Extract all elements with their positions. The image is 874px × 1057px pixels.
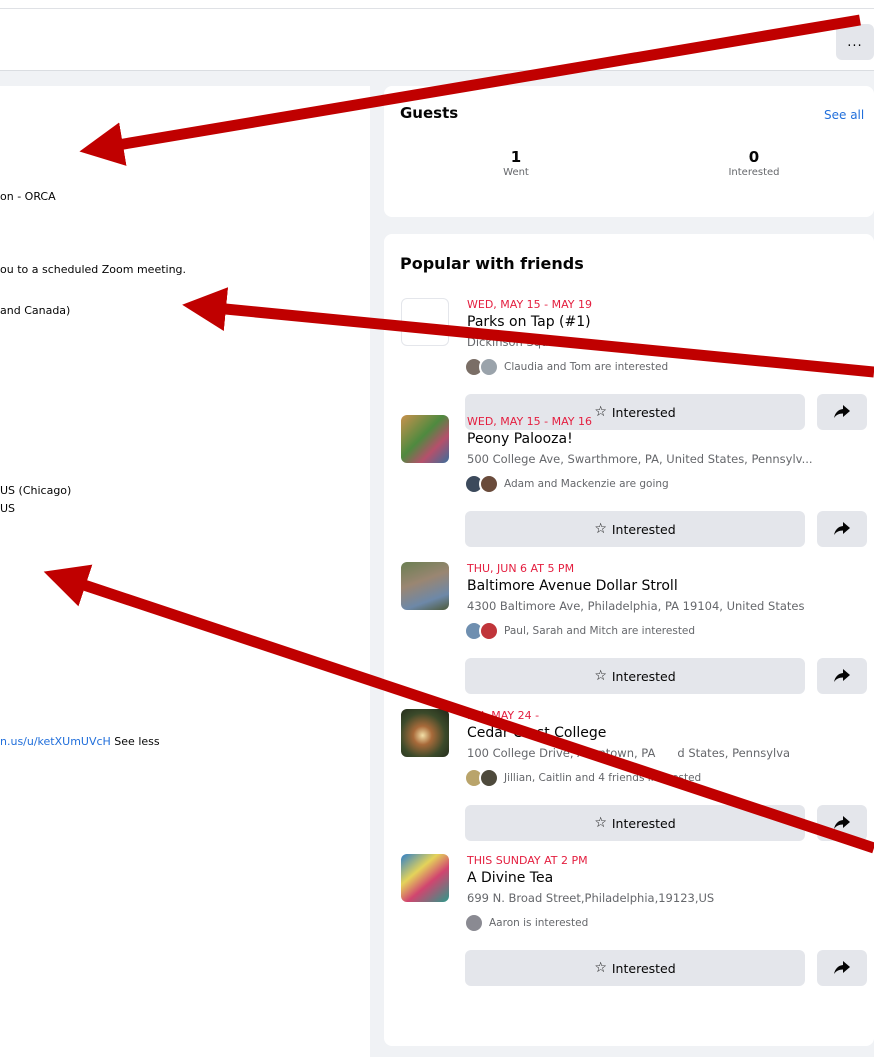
- friend-avatar: [479, 357, 499, 377]
- event-title[interactable]: Peony Palooza!: [467, 431, 573, 447]
- event-header-bar: ...: [0, 0, 874, 71]
- share-arrow-icon: [834, 961, 850, 974]
- event-location-part: 100 College Drive, Allentown, PA: [467, 746, 656, 760]
- friend-avatar: [479, 621, 499, 641]
- share-arrow-icon: [834, 816, 850, 829]
- friend-avatar: [464, 913, 484, 933]
- friend-avatar: [479, 768, 499, 788]
- share-arrow-icon: [834, 522, 850, 535]
- see-less-link[interactable]: See less: [111, 735, 159, 748]
- event-thumbnail[interactable]: [401, 562, 449, 610]
- star-icon: ☆: [594, 668, 607, 684]
- share-button[interactable]: [817, 511, 867, 547]
- details-text-line: and Canada): [0, 304, 71, 317]
- guests-card: Guests See all 1 Went 0 Interested: [384, 86, 874, 217]
- interested-button-label: Interested: [611, 815, 676, 831]
- event-location: 699 N. Broad Street,Philadelphia,19123,U…: [467, 891, 715, 905]
- interested-button[interactable]: ☆ Interested: [465, 658, 805, 694]
- details-link-line: n.us/u/ketXUmUVcH See less: [0, 735, 160, 748]
- details-text-line: US: [0, 502, 16, 515]
- guests-title: Guests: [400, 104, 459, 122]
- friends-text: Aaron is interested: [489, 917, 589, 929]
- event-title[interactable]: Cedar Crest College: [467, 725, 606, 741]
- friends-text: Jillian, Caitlin and 4 friends intereste…: [504, 772, 702, 784]
- details-text-line: ou to a scheduled Zoom meeting.: [0, 263, 187, 276]
- friends-text: Adam and Mackenzie are going: [504, 478, 669, 490]
- friend-avatar: [479, 474, 499, 494]
- went-stat[interactable]: 1 Went: [471, 148, 561, 178]
- share-button[interactable]: [817, 658, 867, 694]
- interested-button[interactable]: ☆ Interested: [465, 805, 805, 841]
- event-thumbnail[interactable]: [401, 415, 449, 463]
- more-options-button[interactable]: ...: [836, 24, 874, 60]
- friends-row: Aaron is interested: [464, 912, 588, 934]
- share-button[interactable]: [817, 805, 867, 841]
- interested-button[interactable]: ☆ Interested: [465, 511, 805, 547]
- event-date: WED, MAY 15 - MAY 19: [467, 298, 593, 311]
- friends-row: Adam and Mackenzie are going: [464, 473, 669, 495]
- event-thumbnail[interactable]: [401, 854, 449, 902]
- share-arrow-icon: [834, 669, 850, 682]
- interested-label: Interested: [728, 167, 780, 178]
- event-location-part: d States, Pennsylva: [677, 746, 791, 760]
- share-button[interactable]: [817, 950, 867, 986]
- event-title[interactable]: Parks on Tap (#1): [467, 314, 591, 330]
- interested-button[interactable]: ☆ Interested: [465, 950, 805, 986]
- event-location: 500 College Ave, Swarthmore, PA, United …: [467, 452, 813, 466]
- event-details-card: on - ORCA ou to a scheduled Zoom meeting…: [0, 86, 370, 1057]
- interested-button-label: Interested: [611, 960, 676, 976]
- event-thumbnail[interactable]: [401, 709, 449, 757]
- divider: [0, 8, 874, 9]
- details-text-line: on - ORCA: [0, 190, 56, 203]
- event-date: WED, MAY 15 - MAY 16: [467, 415, 593, 428]
- event-list-item: WED, MAY 15 - MAY 16 Peony Palooza! 500 …: [384, 415, 874, 563]
- event-title[interactable]: Baltimore Avenue Dollar Stroll: [467, 578, 678, 594]
- friends-text: Paul, Sarah and Mitch are interested: [504, 625, 696, 637]
- zoom-meeting-link[interactable]: n.us/u/ketXUmUVcH: [0, 735, 111, 748]
- star-icon: ☆: [594, 521, 607, 537]
- event-list-item: THIS SUNDAY AT 2 PM A Divine Tea 699 N. …: [384, 854, 874, 1002]
- event-location: Dickinson Square: [467, 335, 567, 349]
- went-count: 1: [510, 148, 522, 166]
- interested-button-label: Interested: [611, 521, 676, 537]
- event-date: FRI, MAY 24 -: [467, 709, 540, 722]
- star-icon: ☆: [594, 960, 607, 976]
- event-date: THIS SUNDAY AT 2 PM: [467, 854, 588, 867]
- details-text-line: US (Chicago): [0, 484, 72, 497]
- star-icon: ☆: [594, 815, 607, 831]
- see-all-guests-link[interactable]: See all: [824, 108, 864, 122]
- event-title[interactable]: A Divine Tea: [467, 870, 553, 886]
- interested-count: 0: [748, 148, 760, 166]
- friends-text: Claudia and Tom are interested: [504, 361, 669, 373]
- went-label: Went: [503, 167, 529, 178]
- friends-row: Claudia and Tom are interested: [464, 356, 668, 378]
- event-location: 100 College Drive, Allentown, PA d States…: [467, 746, 867, 760]
- popular-title: Popular with friends: [400, 254, 584, 273]
- friends-row: Jillian, Caitlin and 4 friends intereste…: [464, 767, 701, 789]
- interested-stat[interactable]: 0 Interested: [709, 148, 799, 178]
- event-list-item: FRI, MAY 24 - Cedar Crest College 100 Co…: [384, 709, 874, 857]
- event-thumbnail[interactable]: [401, 298, 449, 346]
- popular-with-friends-card: Popular with friends WED, MAY 15 - MAY 1…: [384, 234, 874, 1046]
- interested-button-label: Interested: [611, 668, 676, 684]
- event-list-item: THU, JUN 6 AT 5 PM Baltimore Avenue Doll…: [384, 562, 874, 710]
- event-location: 4300 Baltimore Ave, Philadelphia, PA 191…: [467, 599, 805, 613]
- event-date: THU, JUN 6 AT 5 PM: [467, 562, 575, 575]
- friends-row: Paul, Sarah and Mitch are interested: [464, 620, 695, 642]
